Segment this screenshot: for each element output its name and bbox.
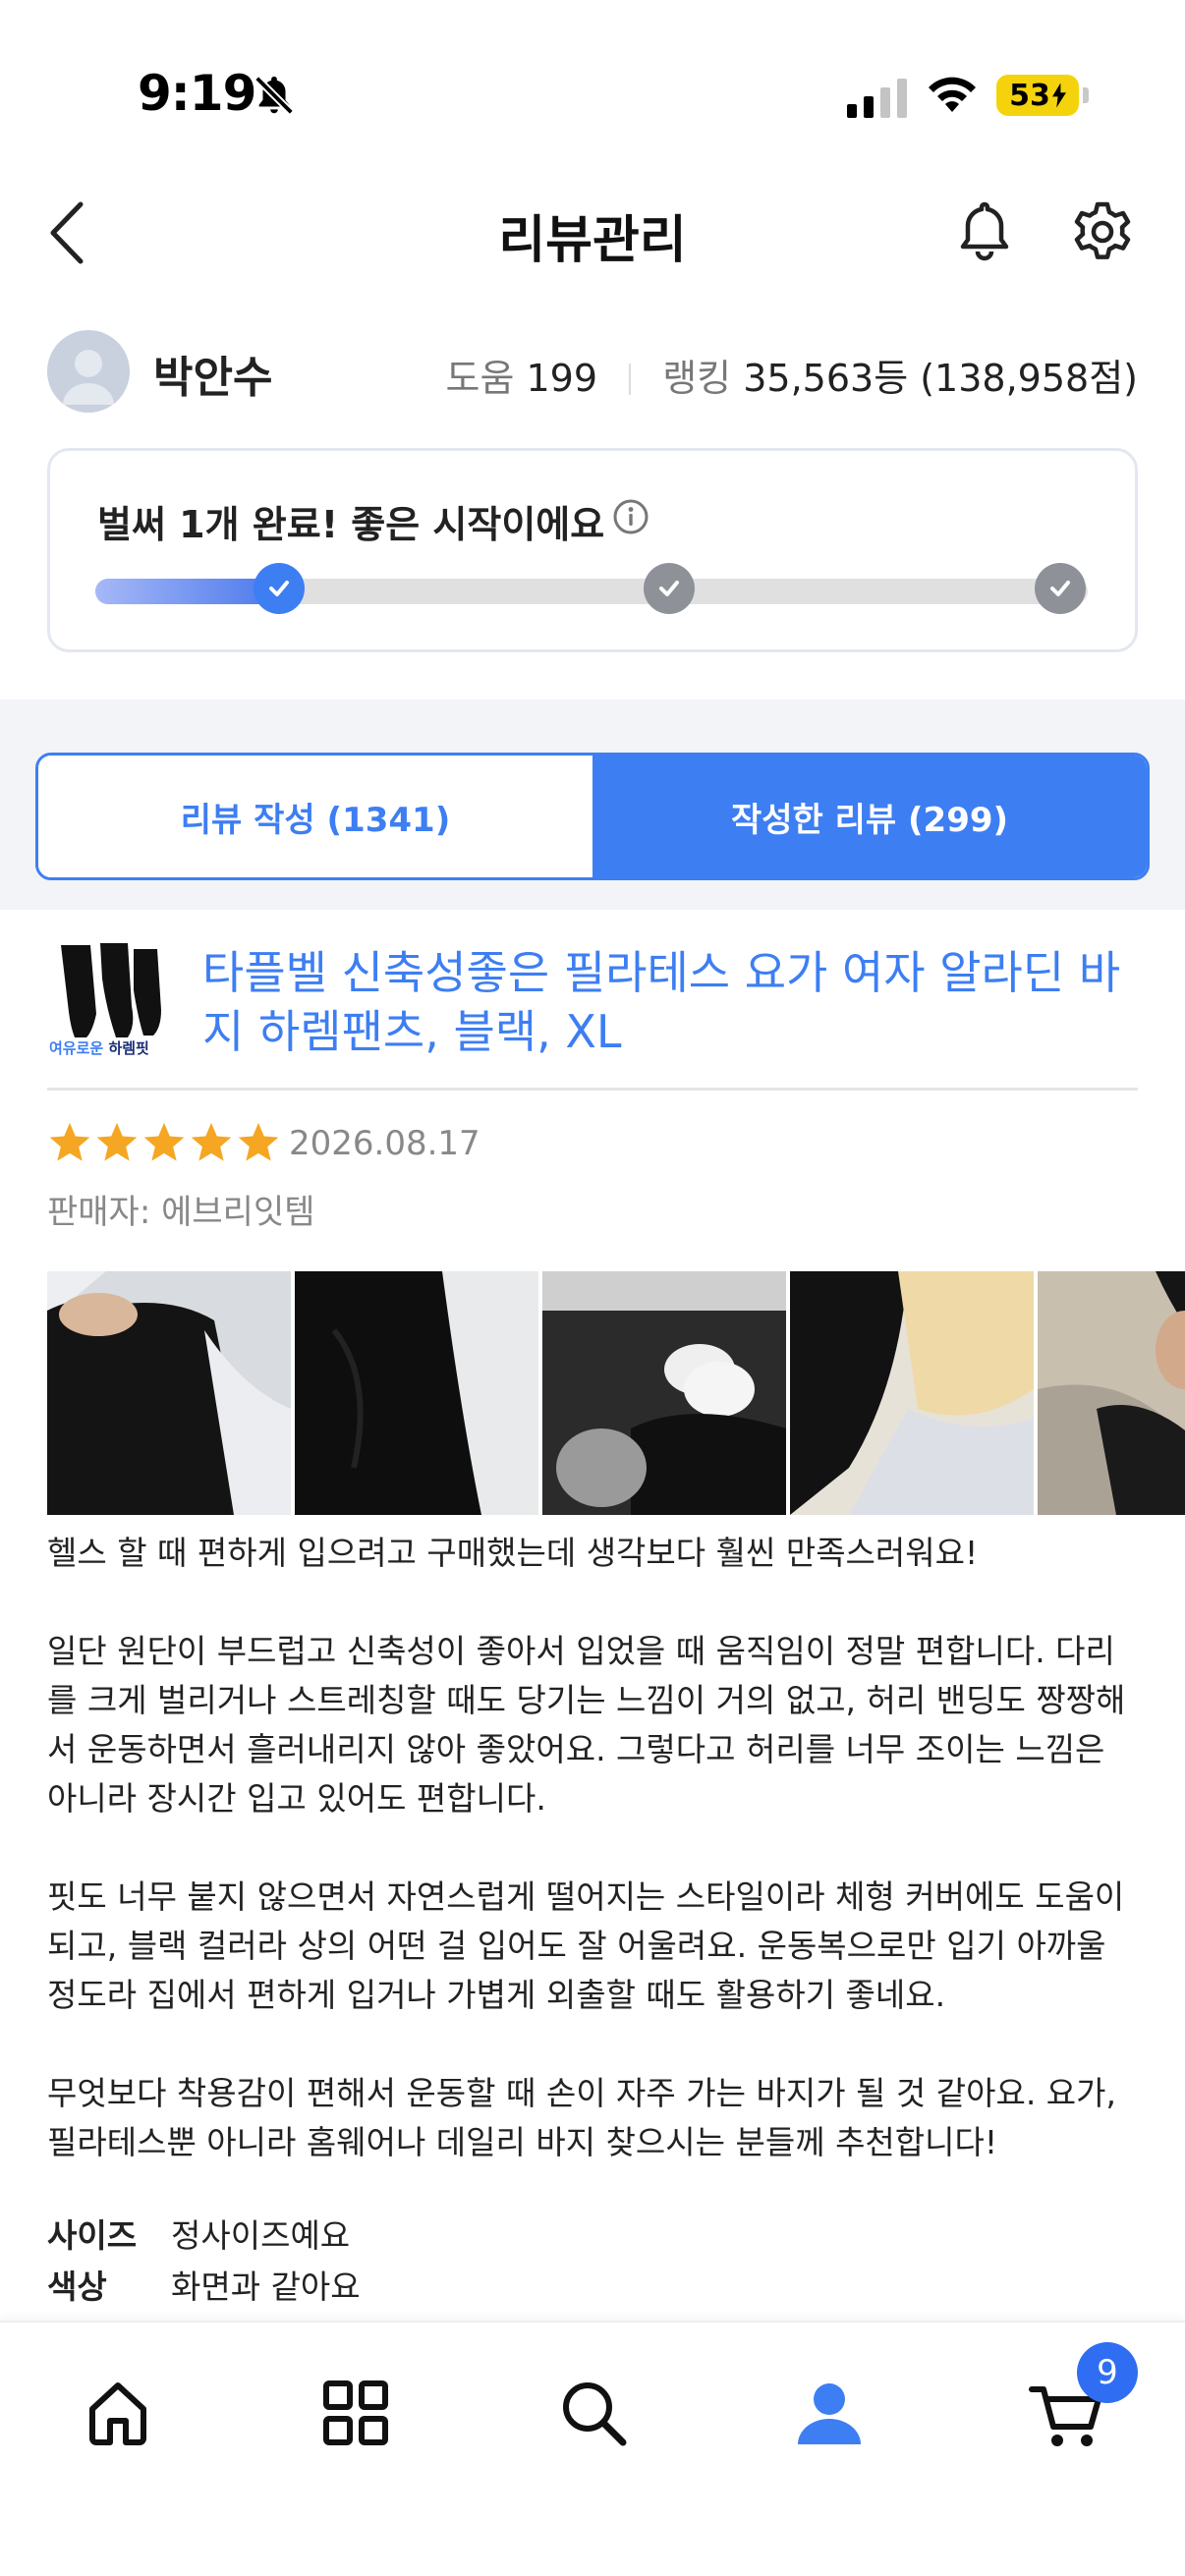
star-icon — [238, 1122, 279, 1161]
tab-written-reviews[interactable]: 작성한 리뷰 (299) — [592, 756, 1147, 877]
notification-bell-icon[interactable] — [955, 198, 1014, 263]
home-icon — [89, 2382, 146, 2445]
review-photo[interactable] — [47, 1271, 291, 1515]
progress-track — [95, 579, 1088, 604]
progress-step-check — [644, 563, 696, 614]
nav-categories[interactable] — [316, 2374, 395, 2452]
product-name[interactable]: 타플벨 신축성좋은 필라테스 요가 여자 알라딘 바지 하렘팬츠, 블랙, XL — [202, 943, 1146, 1061]
seller-name: 판매자: 에브리잇템 — [47, 1193, 315, 1232]
cart-count-badge: 9 — [1077, 2342, 1138, 2403]
review-body: 헬스 할 때 편하게 입으려고 구매했는데 생각보다 훨씬 만족스러워요! 일단… — [47, 1529, 1140, 2216]
battery-tip — [1083, 87, 1089, 103]
attribute-row: 사이즈 정사이즈예요 — [47, 2211, 361, 2262]
review-paragraph: 헬스 할 때 편하게 입으려고 구매했는데 생각보다 훨씬 만족스러워요! — [47, 1534, 979, 1572]
review-photos[interactable] — [47, 1271, 1185, 1515]
attribute-key: 사이즈 — [47, 2216, 138, 2255]
status-bar: 9:19 53 — [0, 0, 1185, 187]
settings-gear-icon[interactable] — [1071, 200, 1134, 263]
nav-my-page[interactable] — [790, 2374, 869, 2452]
review-photo[interactable] — [790, 1271, 1034, 1515]
bell-slash-icon — [254, 76, 294, 115]
review-photo[interactable] — [295, 1271, 538, 1515]
review-photo[interactable] — [1038, 1271, 1185, 1515]
grid-icon — [323, 2380, 388, 2445]
stats-divider — [629, 364, 632, 395]
status-time: 9:19 — [138, 65, 256, 122]
star-icon — [96, 1122, 138, 1161]
profile-row: 박안수 도움 199 랭킹 35,563등 (138,958점) — [47, 324, 1138, 419]
attribute-key: 색상 — [47, 2268, 107, 2306]
review-attributes: 사이즈 정사이즈예요 색상 화면과 같아요 — [47, 2211, 361, 2313]
star-icon — [49, 1122, 90, 1161]
person-icon — [798, 2383, 861, 2444]
battery-indicator: 53 — [996, 75, 1079, 116]
progress-step-check — [253, 563, 305, 614]
default-avatar-icon — [63, 350, 114, 405]
check-icon — [1050, 581, 1070, 596]
product-row[interactable]: 여유로운 하렘핏 타플벨 신축성좋은 필라테스 요가 여자 알라딘 바지 하렘팬… — [47, 939, 1138, 1091]
ranking-label: 랭킹 — [662, 357, 732, 400]
charging-bolt-icon — [1051, 83, 1066, 108]
avatar[interactable] — [47, 330, 130, 413]
check-icon — [659, 581, 680, 596]
ranking-value: 35,563등 (138,958점) — [743, 357, 1138, 400]
header: 리뷰관리 — [0, 177, 1185, 285]
thumb-caption-a: 여유로운 — [49, 1039, 104, 1057]
review-paragraph: 일단 원단이 부드럽고 신축성이 좋아서 입었을 때 움직임이 정말 편합니다.… — [47, 1632, 1126, 1818]
check-icon — [268, 581, 289, 596]
help-label: 도움 — [445, 357, 515, 400]
product-thumbnail[interactable]: 여유로운 하렘핏 — [47, 939, 169, 1061]
progress-message: 벌써 1개 완료! 좋은 시작이에요 — [97, 503, 605, 546]
nav-search[interactable] — [554, 2374, 633, 2452]
attribute-value: 정사이즈예요 — [171, 2216, 351, 2255]
help-count: 199 — [526, 357, 598, 400]
attribute-row: 색상 화면과 같아요 — [47, 2262, 361, 2313]
bottom-navigation: 9 — [0, 2321, 1185, 2576]
review-paragraph: 무엇보다 착용감이 편해서 운동할 때 손이 자주 가는 바지가 될 것 같아요… — [47, 2074, 1117, 2161]
progress-step-check — [1035, 563, 1086, 614]
thumb-caption-b: 하렘핏 — [108, 1039, 149, 1057]
star-icon — [191, 1122, 232, 1161]
tab-write-review[interactable]: 리뷰 작성 (1341) — [38, 756, 592, 877]
star-rating — [47, 1120, 283, 1171]
progress-fill — [95, 579, 279, 604]
wifi-icon — [929, 77, 976, 112]
review-paragraph: 핏도 너무 붙지 않으면서 자연스럽게 떨어지는 스타일이라 체형 커버에도 도… — [47, 1877, 1125, 2014]
attribute-value: 화면과 같아요 — [171, 2268, 361, 2306]
review-tabs: 리뷰 작성 (1341) 작성한 리뷰 (299) — [35, 753, 1150, 880]
user-stats: 도움 199 랭킹 35,563등 (138,958점) — [445, 348, 1138, 402]
battery-level: 53 — [1009, 78, 1050, 113]
review-photo[interactable] — [542, 1271, 786, 1515]
user-name: 박안수 — [153, 353, 273, 403]
progress-card: 벌써 1개 완료! 좋은 시작이에요 — [47, 448, 1138, 652]
nav-home[interactable] — [79, 2374, 157, 2452]
search-icon — [563, 2382, 627, 2446]
review-date: 2026.08.17 — [289, 1124, 480, 1163]
star-icon — [143, 1122, 185, 1161]
info-icon[interactable] — [612, 498, 649, 535]
cellular-signal-icon — [847, 79, 907, 118]
